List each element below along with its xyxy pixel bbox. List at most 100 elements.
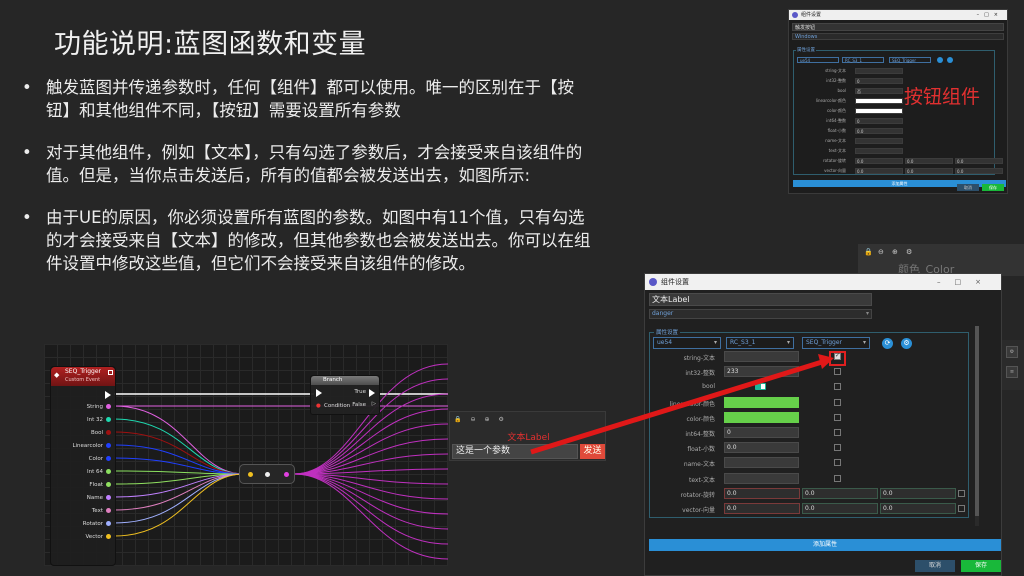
event-param-pin[interactable]: Rotator [83,520,111,528]
custom-event-node[interactable]: ◆ SEQ_Trigger Custom Event String Int 32 B… [50,366,116,566]
stub-icon[interactable]: ≡ [1006,366,1018,378]
settings-icon[interactable]: ⚙ [906,248,912,256]
branch-node[interactable]: Branch ● Condition True False ▷ [310,375,380,415]
mini-row-value[interactable]: 0.0 [855,158,903,164]
vector-component-input[interactable]: 0.0 [724,503,800,514]
mini-row-value[interactable]: 0.0 [905,158,953,164]
pin-dot-icon[interactable] [106,404,111,409]
window-controls-icon[interactable]: –□× [937,274,995,290]
property-value-input[interactable] [724,411,799,423]
mini-row-value[interactable] [855,108,903,114]
property-value-input[interactable]: 233 [724,366,799,378]
pin-dot-icon[interactable] [106,417,111,422]
pin-dot-icon[interactable] [106,456,111,461]
property-value-input[interactable] [724,396,799,408]
text-widget-input[interactable]: 这是一个参数 [452,444,578,459]
zoom-in-icon[interactable]: ⊕ [892,248,898,256]
mini-settings-icon[interactable] [947,57,953,63]
select-level[interactable]: ue54 [653,337,721,349]
property-value-input[interactable] [724,457,799,469]
condition-pin-icon[interactable]: ● [316,403,321,409]
mini-row-value[interactable]: 否 [855,88,903,94]
pin-out-icon[interactable] [284,472,289,477]
make-struct-node[interactable] [239,464,295,484]
mini-refresh-icon[interactable] [937,57,943,63]
property-value-input[interactable] [724,472,799,484]
vector-component-input[interactable]: 0.0 [880,487,956,499]
pin-dot-icon[interactable] [106,495,111,500]
stub-icon[interactable]: ⚙ [1006,346,1018,358]
accept-checkbox[interactable] [834,474,841,482]
mini-select-sequence[interactable]: RC_S3_1 [842,57,884,63]
select-event[interactable]: SEQ_Trigger [802,337,870,349]
mini-row-value[interactable]: 0.0 [855,128,903,134]
select-sequence[interactable]: RC_S3_1 [726,337,794,349]
mini-row-value[interactable] [855,148,903,154]
pin-dot-icon[interactable] [106,521,111,526]
pin-dot-icon[interactable] [106,443,111,448]
vector-component-input[interactable]: 0.0 [802,487,878,499]
dialog-scrollbar[interactable] [975,326,979,526]
bool-toggle[interactable] [755,383,766,391]
mini-row-value[interactable]: 0.0 [905,168,953,174]
event-param-pin[interactable]: Vector [85,533,111,541]
mini-row-value[interactable] [855,138,903,144]
accept-checkbox[interactable] [834,398,841,406]
branch-exec-in-icon[interactable] [316,389,322,397]
event-param-pin[interactable]: Bool [91,429,111,437]
pin-dot-icon[interactable] [106,430,111,435]
accept-checkbox[interactable] [958,489,965,497]
pin-dot-icon[interactable] [106,469,111,474]
event-param-pin[interactable]: Color [89,455,111,463]
event-param-pin[interactable]: Float [89,481,111,489]
mini-style-select[interactable]: Windows [792,33,1004,40]
cancel-button[interactable]: 取消 [915,560,955,572]
pin-dot-icon[interactable] [106,508,111,513]
property-value-input[interactable]: 0 [724,427,799,438]
lock-icon[interactable]: 🔒 [864,248,873,256]
mini-save-button[interactable]: 保存 [982,184,1004,191]
add-property-button[interactable]: 添加属性 [649,539,1001,551]
branch-true-pin-icon[interactable] [369,389,375,397]
accept-checkbox[interactable] [834,383,841,391]
accept-checkbox[interactable] [834,459,841,467]
send-button[interactable]: 发送 [580,444,605,459]
vector-component-input[interactable]: 0.0 [880,503,956,514]
mini-name-input[interactable]: 触发按钮 [792,23,1004,31]
mini-select-level[interactable]: ue54 [797,57,839,63]
mini-row-value[interactable]: 0.0 [955,168,1003,174]
accept-checkbox[interactable] [834,429,841,436]
event-param-pin[interactable]: Int 64 [87,468,111,476]
accept-checkbox[interactable] [834,413,841,421]
scrollbar-thumb[interactable] [975,326,979,516]
gear-icon[interactable]: ⚙ [901,338,912,349]
mini-row-value[interactable]: 0.0 [955,158,1003,164]
pin-in-icon[interactable] [248,472,253,477]
mini-row-value[interactable] [855,68,903,74]
exec-out-pin-icon[interactable] [105,391,111,399]
refresh-icon[interactable]: ⟳ [882,338,893,349]
component-name-input[interactable]: 文本Label [649,293,872,306]
branch-false-pin-icon[interactable]: ▷ [372,401,376,407]
property-value-input[interactable] [724,351,799,362]
widget-toolbar-icons[interactable]: 🔒⊖⊕⚙ [454,416,513,423]
property-value-input[interactable]: 0.0 [724,442,799,454]
event-param-pin[interactable]: Linearcolor [72,442,111,450]
vector-component-input[interactable]: 0.0 [802,503,878,514]
mini-row-value[interactable]: 0.0 [855,168,903,174]
pin-dot-icon[interactable] [106,482,111,487]
zoom-out-icon[interactable]: ⊖ [878,248,884,256]
mini-row-value[interactable]: 0 [855,118,903,124]
accept-checkbox[interactable] [958,505,965,512]
event-param-pin[interactable]: Name [87,494,111,502]
mini-row-value[interactable]: 0 [855,78,903,84]
accept-checkbox[interactable] [834,368,841,376]
mini-select-event[interactable]: SEQ_Trigger [889,57,931,63]
vector-component-input[interactable]: 0.0 [724,487,800,499]
window-controls-icon[interactable]: –□× [977,10,1003,20]
event-param-pin[interactable]: String [87,403,111,411]
pin-dot-icon[interactable] [106,534,111,539]
component-style-select[interactable]: danger [649,309,872,319]
blueprint-graph[interactable]: ◆ SEQ_Trigger Custom Event String Int 32 B… [44,344,448,566]
mini-cancel-button[interactable]: 取消 [957,184,979,191]
